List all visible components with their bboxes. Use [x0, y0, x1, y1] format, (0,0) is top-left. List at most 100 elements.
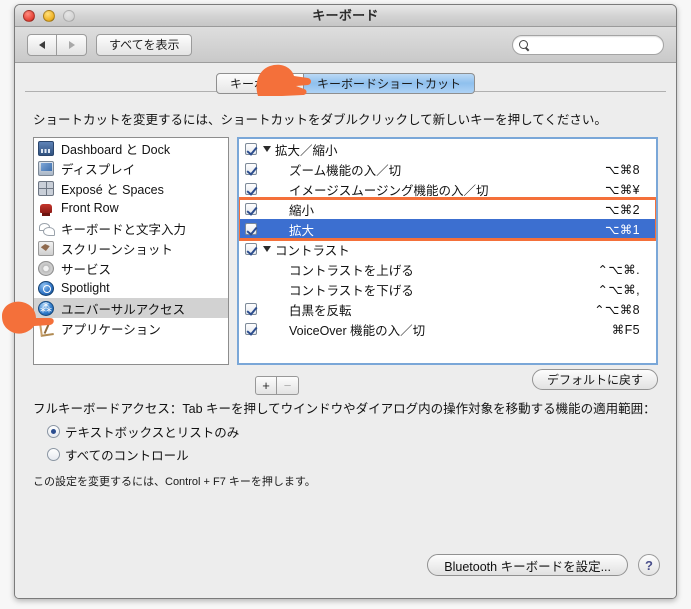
sidebar-item-label: ユニバーサルアクセス [61, 302, 186, 317]
navigation-buttons [27, 33, 87, 56]
preferences-content: キーボード キーボードショートカット ショートカットを変更するには、ショートカッ… [15, 63, 676, 598]
shortcut-row[interactable]: コントラストを下げる ⌃⌥⌘, [239, 279, 656, 299]
shortcut-row[interactable]: コントラスト [239, 239, 656, 259]
sidebar-item[interactable]: Spotlight [34, 278, 228, 298]
shortcut-row[interactable]: 縮小 ⌥⌘2 [239, 199, 656, 219]
sidebar-item[interactable]: Exposé と Spaces [34, 178, 228, 198]
sidebar-item[interactable]: スクリーンショット [34, 238, 228, 258]
services-gear-icon [38, 260, 54, 276]
shortcut-checkbox[interactable] [245, 203, 257, 215]
chevron-down-icon[interactable] [263, 146, 271, 152]
sidebar-item-label: Exposé と Spaces [61, 182, 164, 197]
shortcut-label: ズーム機能の入／切 [289, 163, 402, 178]
tab-group: キーボード キーボードショートカット [215, 72, 476, 94]
chevron-right-icon [68, 40, 75, 49]
search-field[interactable] [512, 35, 664, 55]
shortcut-label: 縮小 [289, 203, 315, 218]
shortcut-checkbox[interactable] [245, 303, 257, 315]
radio-icon-selected[interactable] [47, 425, 60, 438]
category-list[interactable]: Dashboard と Dock ディスプレイ Exposé と Spaces Fro… [33, 137, 229, 365]
add-shortcut-button[interactable]: + [255, 375, 277, 395]
radio-label-all-controls: すべてのコントロール [65, 449, 189, 463]
checkbox-cell [239, 223, 263, 235]
setup-bluetooth-keyboard-button[interactable]: Bluetooth キーボードを設定... [427, 554, 628, 576]
minimize-icon[interactable] [43, 10, 55, 22]
shortcut-row[interactable]: VoiceOver 機能の入／切 ⌘F5 [239, 319, 656, 339]
tab-keyboard-shortcuts[interactable]: キーボードショートカット [304, 72, 476, 94]
shortcut-label: 拡大 [289, 223, 315, 238]
universal-access-icon [38, 300, 54, 317]
search-input[interactable] [534, 39, 654, 51]
sidebar-item[interactable]: サービス [34, 258, 228, 278]
sidebar-item-label: Spotlight [61, 281, 110, 295]
shortcut-row[interactable]: 拡大 ⌥⌘1 [239, 219, 656, 239]
panels-row: Dashboard と Dock ディスプレイ Exposé と Spaces Fro… [15, 137, 676, 365]
shortcut-checkbox[interactable] [245, 163, 257, 175]
sidebar-item[interactable]: ユニバーサルアクセス [34, 298, 228, 318]
chevron-down-icon[interactable] [263, 246, 271, 252]
shortcut-group-text: 拡大／縮小 [275, 143, 338, 158]
radio-option-all-controls[interactable]: すべてのコントロール [33, 445, 658, 464]
close-icon[interactable] [23, 10, 35, 22]
checkbox-cell [239, 243, 263, 255]
shortcut-key: ⌥⌘8 [604, 162, 640, 177]
shortcut-key: ⌃⌥⌘. [597, 262, 640, 277]
shortcut-checkbox[interactable] [245, 143, 257, 155]
chevron-left-icon [39, 40, 45, 49]
checkbox-cell [239, 163, 263, 175]
shortcut-key: ⌘F5 [611, 322, 640, 337]
radio-label-textboxes-lists: テキストボックスとリストのみ [65, 426, 240, 440]
sidebar-item-label: Dashboard と Dock [61, 142, 171, 157]
restore-defaults-button[interactable]: デフォルトに戻す [531, 369, 658, 390]
expose-icon [38, 180, 54, 196]
display-icon [38, 160, 54, 176]
checkbox-cell [239, 183, 263, 195]
add-remove-group: + − [255, 375, 299, 395]
shortcut-row[interactable]: 拡大／縮小 [239, 139, 656, 159]
shortcut-row[interactable]: イメージスムージング機能の入／切 ⌥⌘¥ [239, 179, 656, 199]
shortcut-key: ⌥⌘2 [604, 202, 640, 217]
checkbox-cell [239, 323, 263, 335]
applications-icon [38, 321, 54, 336]
full-keyboard-access-description: フルキーボードアクセス：Tab キーを押してウインドウやダイアログ内の操作対象を… [33, 402, 656, 416]
dashboard-icon [38, 140, 54, 156]
shortcut-row[interactable]: コントラストを上げる ⌃⌥⌘. [239, 259, 656, 279]
shortcut-label: イメージスムージング機能の入／切 [289, 183, 489, 198]
show-all-button[interactable]: すべてを表示 [96, 33, 193, 56]
shortcut-list[interactable]: 拡大／縮小ズーム機能の入／切 ⌥⌘8 イメージスムージング機能の入／切 ⌥⌘¥ 縮小 ⌥⌘… [237, 137, 658, 365]
radio-option-textboxes-lists[interactable]: テキストボックスとリストのみ [33, 422, 658, 441]
shortcut-group-text: コントラスト [275, 243, 350, 258]
sidebar-item-label: ディスプレイ [61, 162, 136, 177]
sidebar-item[interactable]: Front Row [34, 198, 228, 218]
sidebar-item[interactable]: ディスプレイ [34, 158, 228, 178]
shortcut-key: ⌃⌥⌘, [597, 282, 640, 297]
sidebar-item[interactable]: Dashboard と Dock [34, 138, 228, 158]
sidebar-item[interactable]: アプリケーション [34, 318, 228, 338]
full-keyboard-access-note: この設定を変更するには、Control + F7 キーを押します。 [33, 476, 316, 488]
shortcut-checkbox[interactable] [245, 223, 257, 235]
window-title: キーボード [312, 8, 379, 23]
shortcut-checkbox[interactable] [245, 243, 257, 255]
screenshot-icon [38, 240, 54, 256]
shortcut-row[interactable]: 白黒を反転 ⌃⌥⌘8 [239, 299, 656, 319]
shortcut-checkbox[interactable] [245, 323, 257, 335]
radio-icon-unselected[interactable] [47, 448, 60, 461]
checkbox-cell [239, 203, 263, 215]
shortcut-checkbox[interactable] [245, 183, 257, 195]
remove-shortcut-button: − [277, 375, 299, 395]
shortcut-group-label: コントラスト [263, 240, 640, 259]
help-button[interactable]: ? [638, 554, 660, 576]
sidebar-item[interactable]: キーボードと文字入力 [34, 218, 228, 238]
window-titlebar: キーボード [15, 5, 676, 27]
back-button[interactable] [27, 33, 57, 56]
shortcut-key: ⌃⌥⌘8 [594, 302, 640, 317]
forward-button [57, 33, 87, 56]
sidebar-item-label: アプリケーション [61, 322, 161, 337]
shortcut-row[interactable]: ズーム機能の入／切 ⌥⌘8 [239, 159, 656, 179]
shortcut-group-label: 拡大／縮小 [263, 140, 640, 159]
tab-keyboard[interactable]: キーボード [215, 72, 304, 94]
shortcut-key: ⌥⌘1 [604, 222, 640, 237]
sidebar-item-label: スクリーンショット [61, 242, 173, 257]
sidebar-item-label: サービス [61, 262, 112, 277]
search-icon [519, 39, 530, 51]
